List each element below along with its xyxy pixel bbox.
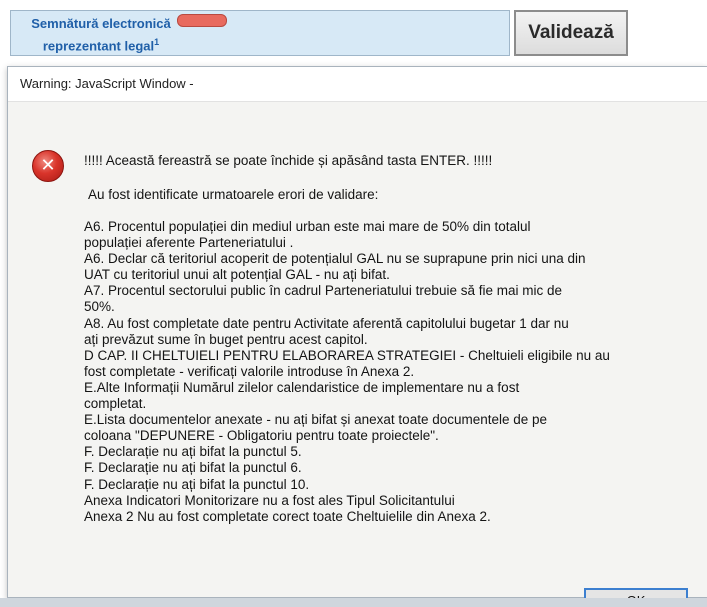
error-line: A6. Declar că teritoriul acoperit de pot… [84, 251, 586, 267]
dialog-titlebar[interactable]: Warning: JavaScript Window - [8, 67, 707, 102]
error-line: E.Alte Informații Numărul zilelor calend… [84, 379, 520, 395]
signature-label-line2: reprezentant legal1 [17, 33, 185, 55]
error-line: A6. Procentul populației din mediul urba… [84, 219, 531, 234]
signature-label-line1: Semnătură electronică [31, 16, 171, 31]
error-line: ați prevăzut sume în buget pentru acest … [84, 331, 368, 347]
dialog-title: Warning: JavaScript Window - [20, 76, 194, 91]
error-line: populației aferente Parteneriatului . [84, 235, 294, 251]
error-line: 50%. [84, 299, 115, 315]
error-line: A8. Au fost completate date pentru Activ… [84, 315, 569, 331]
error-line: F. Declarație nu ați bifat la punctul 5. [84, 444, 302, 460]
warning-dialog: Warning: JavaScript Window - ✕ !!!!! Ace… [7, 66, 707, 607]
validate-button[interactable]: Validează [514, 10, 628, 56]
error-icon: ✕ [32, 150, 64, 182]
error-line: coloana "DEPUNERE - Obligatoriu pentru t… [84, 428, 439, 444]
error-line: Anexa 2 Nu au fost completate corect toa… [84, 508, 491, 524]
background-bottom-strip [0, 598, 707, 607]
signature-field[interactable]: Semnătură electronică reprezentant legal… [10, 10, 510, 56]
error-line: fost completate - verificați valorile in… [84, 363, 415, 379]
error-line: Anexa Indicatori Monitorizare nu a fost … [84, 492, 455, 508]
error-line: E.Lista documentelor anexate - nu ați bi… [84, 412, 548, 428]
error-line: D CAP. II CHELTUIELI PENTRU ELABORAREA S… [84, 347, 610, 363]
error-line: UAT cu teritoriul unui alt potențial GAL… [84, 267, 390, 283]
error-line: A7. Procentul sectorului public în cadru… [84, 283, 562, 299]
error-list: A6. Procentul populației din mediul urba… [84, 219, 694, 525]
dialog-body: ✕ !!!!! Această fereastră se poate închi… [8, 102, 707, 607]
signature-label: Semnătură electronică reprezentant legal… [17, 15, 185, 55]
dialog-subheading: Au fost identificate urmatoarele erori d… [88, 187, 379, 202]
dialog-heading: !!!!! Această fereastră se poate închide… [84, 153, 493, 168]
signature-footnote-marker: 1 [154, 37, 160, 47]
form-header: Semnătură electronică reprezentant legal… [0, 0, 707, 64]
signature-marker-icon [177, 14, 227, 27]
signature-label-line2-text: reprezentant legal [42, 38, 155, 54]
page: Semnătură electronică reprezentant legal… [0, 0, 707, 607]
error-line: F. Declarație nu ați bifat la punctul 6. [84, 460, 302, 476]
error-line: completat. [84, 396, 147, 412]
error-line: F. Declarație nu ați bifat la punctul 10… [84, 476, 310, 492]
